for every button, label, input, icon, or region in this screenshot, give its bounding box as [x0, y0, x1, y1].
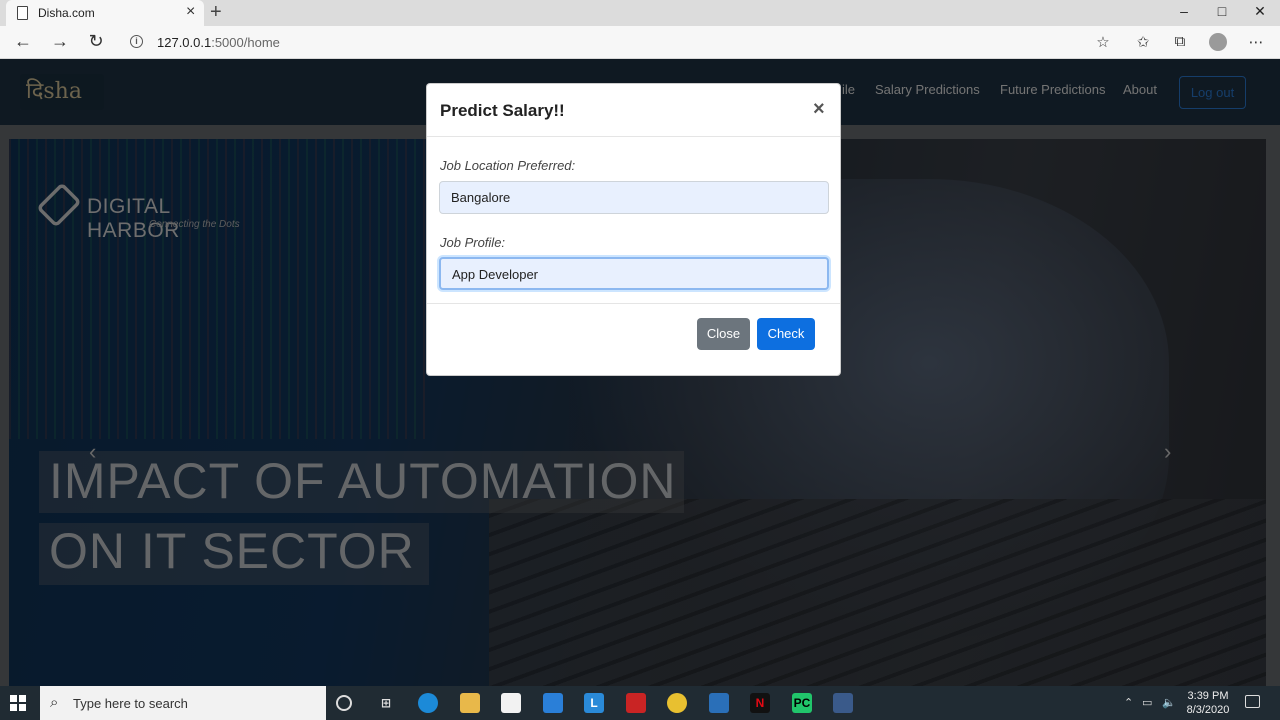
url-field[interactable]: 127.0.0.1:5000/home [157, 35, 280, 50]
store-icon[interactable] [501, 693, 521, 713]
mcafee-icon[interactable] [626, 693, 646, 713]
reload-icon[interactable]: ↻ [85, 31, 107, 52]
page-icon [17, 6, 28, 20]
network-icon[interactable]: ▭ [1142, 696, 1152, 709]
browser-tab[interactable]: Disha.com × [6, 0, 204, 26]
close-tab-icon[interactable]: × [186, 3, 195, 21]
action-center-icon[interactable] [1245, 695, 1260, 708]
edge-icon[interactable] [418, 693, 438, 713]
close-window-icon[interactable]: ✕ [1250, 3, 1270, 20]
modal-header: Predict Salary!! × [427, 84, 840, 137]
tab-title: Disha.com [38, 6, 95, 20]
minimize-icon[interactable]: – [1174, 3, 1194, 19]
windows-taskbar: ⌕ Type here to search ⊞ L N PC ⌃ ▭ 🔈 3:3… [0, 686, 1280, 720]
favorite-star-icon[interactable]: ☆ [1093, 33, 1113, 51]
browser-addressbar: ← → ↻ i 127.0.0.1:5000/home ☆ ✩ ⧉ ⋯ [0, 26, 1280, 59]
maximize-icon[interactable]: □ [1212, 3, 1232, 19]
task-view-icon[interactable]: ⊞ [376, 693, 396, 713]
tray-chevron-icon[interactable]: ⌃ [1124, 696, 1133, 709]
predict-salary-modal: Predict Salary!! × Job Location Preferre… [426, 83, 841, 376]
profile-avatar[interactable] [1209, 33, 1227, 51]
job-profile-input[interactable]: App Developer [439, 257, 829, 290]
job-profile-label: Job Profile: [440, 235, 506, 250]
taskbar-clock[interactable]: 3:39 PM 8/3/2020 [1178, 689, 1238, 717]
cortana-icon[interactable] [336, 695, 352, 711]
taskbar-search[interactable]: ⌕ Type here to search [40, 686, 326, 720]
notification-app-icon[interactable] [709, 693, 729, 713]
back-icon[interactable]: ← [12, 31, 34, 52]
search-icon: ⌕ [50, 694, 59, 711]
forward-icon[interactable]: → [49, 31, 71, 52]
info-icon[interactable]: i [130, 35, 143, 48]
job-location-input[interactable]: Bangalore [439, 181, 829, 214]
l-app-icon[interactable]: L [584, 693, 604, 713]
netflix-icon[interactable]: N [750, 693, 770, 713]
clock-time: 3:39 PM [1187, 690, 1229, 702]
volume-icon[interactable]: 🔈 [1162, 696, 1176, 709]
new-tab-icon[interactable]: + [210, 1, 222, 24]
modal-title: Predict Salary!! [440, 101, 565, 120]
chrome-icon[interactable] [667, 693, 687, 713]
favorites-icon[interactable]: ✩ [1133, 33, 1153, 51]
browser-tabbar: Disha.com × + – □ ✕ [0, 0, 1280, 26]
collections-icon[interactable]: ⧉ [1170, 33, 1190, 50]
check-button[interactable]: Check [757, 318, 815, 350]
file-explorer-icon[interactable] [460, 693, 480, 713]
more-icon[interactable]: ⋯ [1246, 33, 1266, 51]
clock-date: 8/3/2020 [1186, 704, 1230, 716]
pycharm-icon[interactable]: PC [792, 693, 812, 713]
modal-close-icon[interactable]: × [813, 98, 825, 121]
job-location-label: Job Location Preferred: [440, 158, 576, 173]
window-app-icon[interactable] [833, 693, 853, 713]
taskbar-search-placeholder: Type here to search [73, 696, 188, 711]
windows-start-icon[interactable] [10, 695, 26, 711]
modal-footer-divider [427, 303, 840, 304]
mail-icon[interactable] [543, 693, 563, 713]
close-button[interactable]: Close [697, 318, 750, 350]
